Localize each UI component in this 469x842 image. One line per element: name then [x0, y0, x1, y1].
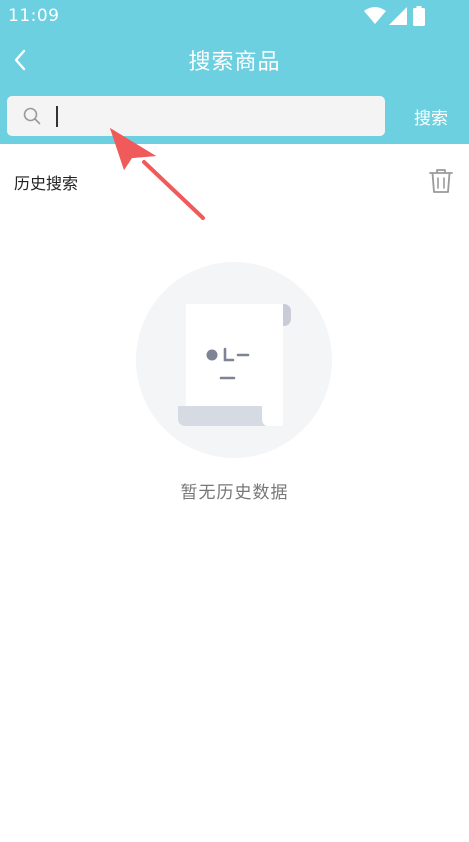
- wifi-icon: [364, 7, 386, 24]
- search-input[interactable]: [55, 100, 379, 134]
- battery-icon: [413, 6, 425, 26]
- status-bar: 11:09: [0, 0, 469, 32]
- trash-icon: [429, 169, 453, 193]
- search-icon: [23, 107, 41, 125]
- signal-icon: [389, 7, 407, 25]
- nav-bar: 搜索商品: [0, 32, 469, 88]
- history-title: 历史搜索: [14, 174, 79, 193]
- header: 11:09 搜索商品 搜索: [0, 0, 469, 144]
- clear-history-button[interactable]: [426, 166, 456, 196]
- empty-state-text: 暂无历史数据: [180, 483, 289, 503]
- page-title: 搜索商品: [188, 50, 281, 75]
- empty-document-icon: [136, 262, 332, 458]
- history-header: 历史搜索: [0, 160, 469, 204]
- text-caret: [56, 106, 58, 127]
- search-box[interactable]: [7, 96, 385, 136]
- status-time: 11:09: [8, 6, 60, 26]
- search-products-page: 11:09 搜索商品 搜索 历史搜索 暂无历史数据: [0, 0, 469, 842]
- search-button[interactable]: 搜索: [400, 96, 462, 136]
